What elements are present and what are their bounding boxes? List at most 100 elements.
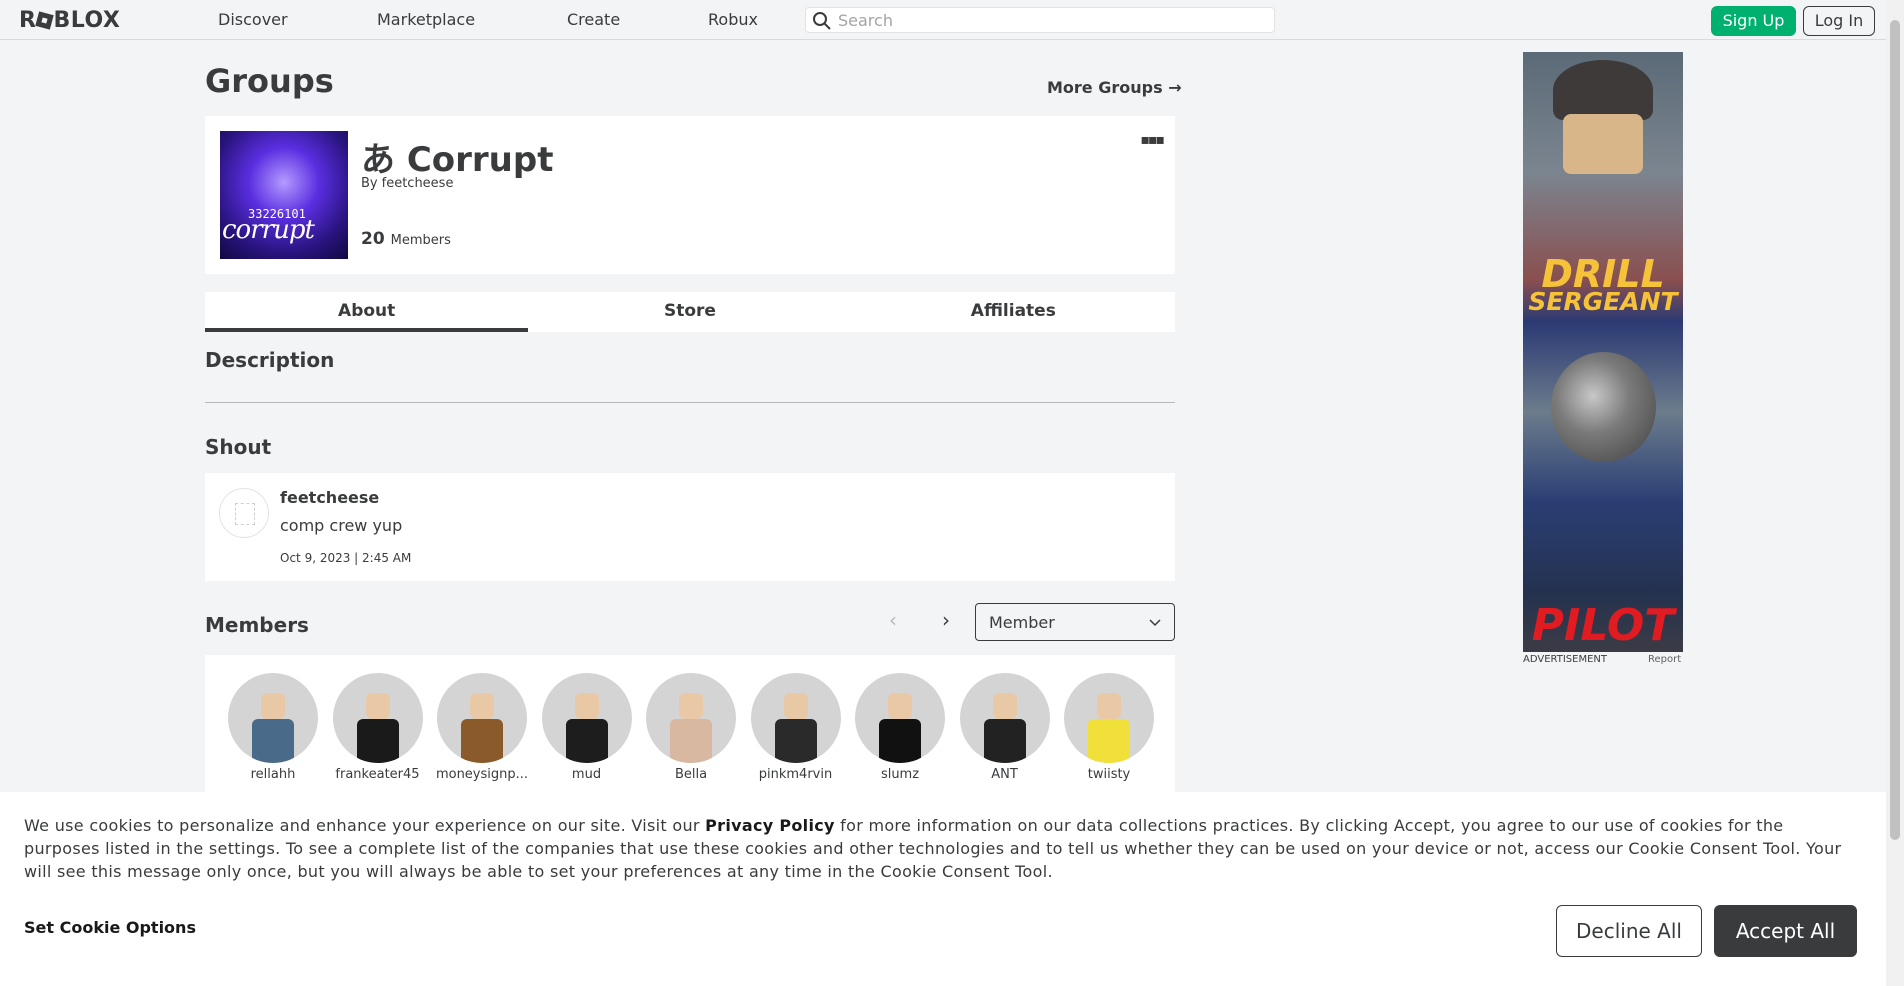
- member-role-select[interactable]: Member: [975, 603, 1175, 641]
- member-avatar[interactable]: [855, 673, 945, 763]
- more-groups-link[interactable]: More Groups →: [1047, 78, 1182, 97]
- ad-headline-line2: SERGEANT: [1528, 287, 1678, 317]
- ad-character-face: [1563, 114, 1643, 174]
- member-avatar[interactable]: [959, 673, 1050, 763]
- search-icon: [812, 11, 832, 35]
- page-scrollbar[interactable]: [1886, 0, 1904, 986]
- avatar-head: [992, 693, 1017, 719]
- description-heading: Description: [205, 348, 335, 372]
- cookie-text-before: We use cookies to personalize and enhanc…: [24, 816, 706, 835]
- avatar-head: [261, 693, 285, 719]
- member-name[interactable]: moneysignp...: [430, 767, 534, 782]
- privacy-policy-link[interactable]: Privacy Policy: [705, 816, 835, 835]
- arrow-right-icon: →: [1168, 78, 1182, 97]
- nav-link-discover[interactable]: Discover: [218, 10, 288, 29]
- member-name[interactable]: slumz: [848, 767, 952, 782]
- tab-store[interactable]: Store: [528, 292, 851, 332]
- ad-report-link[interactable]: Report: [1648, 654, 1681, 665]
- ad-headline-line3: PILOT: [1531, 600, 1675, 651]
- search-box[interactable]: [805, 7, 1275, 33]
- tab-about[interactable]: About: [205, 292, 529, 332]
- shout-message: comp crew yup: [280, 516, 403, 535]
- shout-date: Oct 9, 2023 | 2:45 AM: [280, 551, 412, 565]
- member-card[interactable]: frankeater45: [326, 673, 430, 782]
- member-avatar[interactable]: [1064, 673, 1154, 763]
- chevron-right-icon[interactable]: ›: [942, 608, 950, 632]
- avatar-body: [356, 719, 399, 763]
- member-card[interactable]: rellahh: [221, 673, 325, 782]
- log-in-button[interactable]: Log In: [1803, 6, 1875, 36]
- member-card[interactable]: ANT: [953, 673, 1057, 782]
- member-name[interactable]: Bella: [639, 767, 743, 782]
- set-cookie-options-link[interactable]: Set Cookie Options: [24, 918, 196, 937]
- member-count-label: Members: [390, 233, 451, 248]
- member-card[interactable]: pinkm4rvin: [744, 673, 848, 782]
- avatar-body: [670, 719, 712, 763]
- accept-all-button[interactable]: Accept All: [1714, 905, 1857, 957]
- avatar-head: [365, 693, 390, 719]
- advertisement-label: ADVERTISEMENT: [1523, 654, 1608, 665]
- members-list: rellahh frankeater45 moneysignp... mud Bella…: [205, 655, 1175, 795]
- member-avatar[interactable]: [750, 673, 841, 763]
- group-emblem-image: 33226101 corrupt: [220, 131, 348, 259]
- member-card[interactable]: slumz: [848, 673, 952, 782]
- member-count-value: 20: [361, 229, 385, 249]
- sign-up-button[interactable]: Sign Up: [1711, 6, 1796, 36]
- chevron-left-icon[interactable]: ‹: [889, 608, 897, 632]
- more-groups-label: More Groups: [1047, 78, 1163, 97]
- group-owner-link[interactable]: feetcheese: [382, 176, 454, 191]
- member-avatar[interactable]: [646, 673, 736, 763]
- avatar-body: [774, 719, 817, 763]
- nav-link-robux[interactable]: Robux: [708, 10, 758, 29]
- nav-link-marketplace[interactable]: Marketplace: [377, 10, 475, 29]
- avatar-body: [1088, 719, 1130, 763]
- avatar-body: [879, 719, 921, 763]
- member-card[interactable]: twiisty: [1057, 673, 1161, 782]
- shout-author-link[interactable]: feetcheese: [280, 488, 379, 507]
- more-options-icon[interactable]: ▪▪▪: [1141, 132, 1166, 148]
- member-avatar[interactable]: [228, 673, 318, 763]
- advertisement-banner[interactable]: DRILL SERGEANT PILOT: [1523, 52, 1683, 652]
- tab-affiliates[interactable]: Affiliates: [852, 292, 1175, 332]
- avatar-body: [461, 719, 503, 763]
- member-name[interactable]: rellahh: [221, 767, 325, 782]
- roblox-logo[interactable]: R BLOX: [19, 8, 120, 33]
- member-name[interactable]: frankeater45: [326, 767, 430, 782]
- cookie-message: We use cookies to personalize and enhanc…: [24, 814, 1864, 883]
- role-select-value: Member: [989, 613, 1055, 632]
- group-name: あ Corrupt: [361, 140, 554, 180]
- group-emblem-text: corrupt: [222, 215, 315, 245]
- decline-all-button[interactable]: Decline All: [1556, 905, 1702, 957]
- shout-author-avatar[interactable]: [219, 488, 269, 538]
- shout-card: feetcheese comp crew yup Oct 9, 2023 | 2…: [205, 473, 1175, 581]
- avatar-head: [470, 693, 494, 719]
- shout-heading: Shout: [205, 435, 272, 459]
- search-input[interactable]: [838, 10, 1258, 30]
- group-member-count: 20 Members: [361, 229, 451, 249]
- group-owner-line: By feetcheese: [361, 176, 453, 191]
- ad-headline: DRILL SERGEANT: [1523, 252, 1683, 317]
- avatar-head: [679, 693, 703, 719]
- group-header-card: 33226101 corrupt あ Corrupt By feetcheese …: [205, 116, 1175, 274]
- avatar-head: [783, 693, 808, 719]
- member-name[interactable]: ANT: [953, 767, 1057, 782]
- avatar-body: [252, 719, 294, 763]
- avatar-body: [983, 719, 1026, 763]
- ad-headline-line1: DRILL: [1541, 252, 1665, 296]
- avatar-head: [574, 693, 599, 719]
- member-name[interactable]: twiisty: [1057, 767, 1161, 782]
- cookie-consent-banner: We use cookies to personalize and enhanc…: [0, 792, 1886, 986]
- member-avatar[interactable]: [437, 673, 527, 763]
- member-card[interactable]: moneysignp...: [430, 673, 534, 782]
- member-name[interactable]: mud: [535, 767, 639, 782]
- nav-link-create[interactable]: Create: [567, 10, 620, 29]
- member-card[interactable]: Bella: [639, 673, 743, 782]
- member-card[interactable]: mud: [535, 673, 639, 782]
- scrollbar-thumb[interactable]: [1890, 20, 1900, 840]
- member-avatar[interactable]: [541, 673, 632, 763]
- ad-character-hat: [1553, 60, 1653, 120]
- group-tabs: About Store Affiliates: [205, 292, 1175, 332]
- member-avatar[interactable]: [332, 673, 423, 763]
- chevron-down-icon: [1148, 614, 1162, 633]
- member-name[interactable]: pinkm4rvin: [744, 767, 848, 782]
